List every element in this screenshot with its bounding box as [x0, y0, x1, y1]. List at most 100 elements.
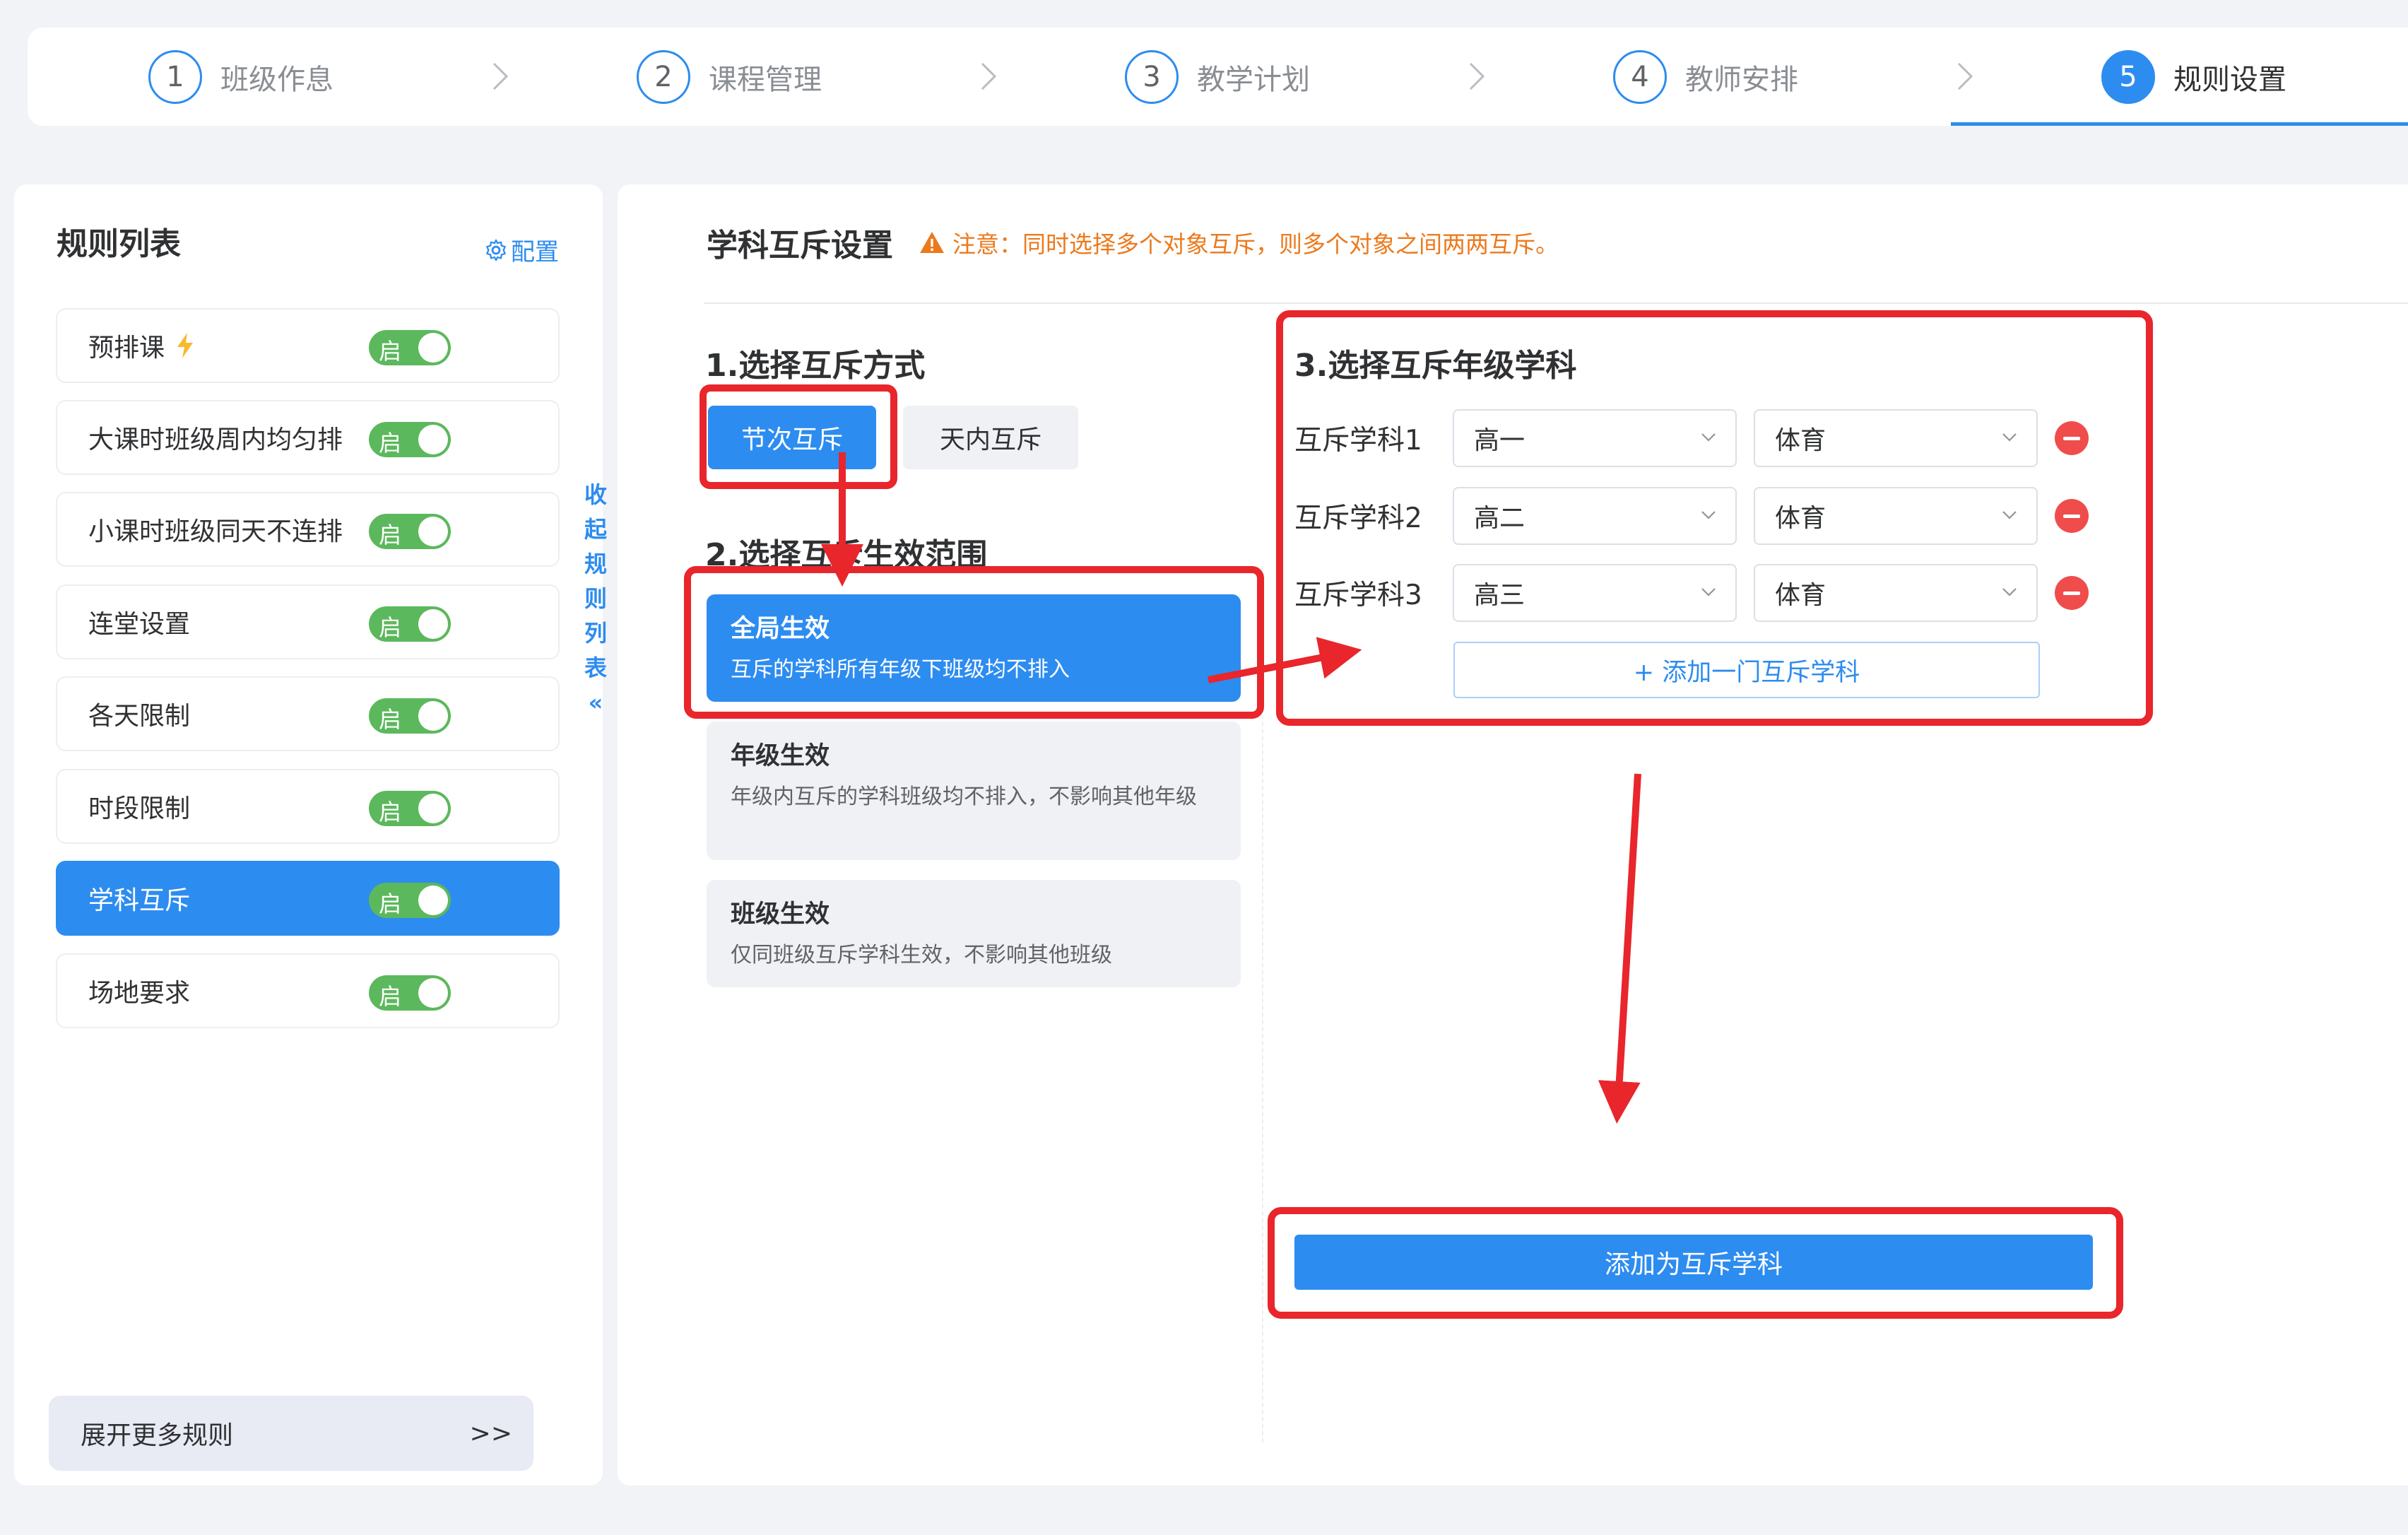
toggle-knob: [418, 978, 448, 1008]
config-link[interactable]: 配置: [484, 233, 559, 267]
warning-icon: [920, 232, 944, 253]
scope-desc: 年级内互斥的学科班级均不排入，不影响其他年级: [731, 784, 1197, 809]
step-label: 课程管理: [709, 64, 822, 96]
toggle-knob: [418, 794, 448, 823]
collapse-char: 则: [584, 585, 607, 612]
add-as-mutex-subject-button[interactable]: 添加为互斥学科: [1294, 1235, 2093, 1290]
mode-day-mutex-button[interactable]: 天内互斥: [903, 406, 1078, 469]
rule-item[interactable]: 场地要求 启: [56, 953, 560, 1028]
rule-settings-panel: 学科互斥设置 注意：同时选择多个对象互斥，则多个对象之间两两互斥。 1.选择互斥…: [618, 184, 2408, 1486]
rule-item[interactable]: 时段限制 启: [56, 769, 560, 844]
scope-title: 年级生效: [731, 742, 830, 770]
mutex-subject-label: 互斥学科1: [1294, 425, 1422, 457]
step-number: 4: [1613, 50, 1667, 104]
toggle-text: 启: [379, 706, 402, 733]
grade-select[interactable]: 高一: [1453, 409, 1737, 467]
mutex-subject-row: 互斥学科2 高二 体育: [1294, 487, 2089, 545]
rule-toggle[interactable]: 启: [369, 330, 451, 365]
rule-item[interactable]: 大课时班级周内均匀排 启: [56, 400, 560, 475]
step-2[interactable]: 2 课程管理: [637, 47, 822, 107]
step-4[interactable]: 4 教师安排: [1613, 47, 1798, 107]
step-label: 教师安排: [1685, 64, 1798, 96]
step-label: 教学计划: [1197, 64, 1310, 96]
grade-select[interactable]: 高二: [1453, 487, 1737, 545]
rule-list-panel: 规则列表 配置 预排课 启 大课时班级周内均匀排 启 小课时班级同天不连排 启 …: [14, 184, 607, 1486]
rule-label: 大课时班级周内均匀排: [88, 425, 343, 454]
rule-item[interactable]: 各天限制 启: [56, 676, 560, 751]
subject-value: 体育: [1775, 504, 1826, 533]
step-3[interactable]: 3 教学计划: [1125, 47, 1310, 107]
notice-text: 注意：同时选择多个对象互斥，则多个对象之间两两互斥。: [919, 225, 1559, 259]
rule-item[interactable]: 小课时班级同天不连排 启: [56, 492, 560, 567]
rule-label: 预排课: [88, 334, 165, 363]
grade-value: 高三: [1474, 581, 1525, 610]
grade-select[interactable]: 高三: [1453, 564, 1737, 622]
rule-label: 连堂设置: [88, 610, 191, 639]
scope-option-class[interactable]: 班级生效 仅同班级互斥学科生效，不影响其他班级: [707, 880, 1241, 987]
rule-toggle[interactable]: 启: [369, 975, 451, 1011]
double-chevron-left-icon: «: [588, 689, 603, 716]
scope-title: 班级生效: [731, 900, 830, 929]
scope-option-grade[interactable]: 年级生效 年级内互斥的学科班级均不排入，不影响其他年级: [707, 722, 1241, 860]
lightning-icon: [177, 333, 194, 358]
step-number: 5: [2101, 50, 2155, 104]
steps-bar: 1 班级作息 2 课程管理 3 教学计划 4 教师安排 5 规则设置: [28, 28, 2408, 126]
expand-arrow-icon: >>: [469, 1418, 512, 1448]
toggle-text: 启: [379, 430, 402, 457]
chevron-down-icon: [1701, 588, 1716, 596]
notice-message: 注意：同时选择多个对象互斥，则多个对象之间两两互斥。: [952, 230, 1559, 258]
mode-period-mutex-button[interactable]: 节次互斥: [708, 406, 876, 469]
collapse-char: 列: [584, 620, 607, 647]
rule-label: 时段限制: [88, 794, 191, 823]
rule-label: 小课时班级同天不连排: [88, 517, 343, 546]
rule-toggle[interactable]: 启: [369, 883, 451, 918]
toggle-knob: [418, 425, 448, 454]
scope-option-global[interactable]: 全局生效 互斥的学科所有年级下班级均不排入: [707, 594, 1241, 702]
remove-row-icon[interactable]: [2055, 421, 2089, 455]
chevron-right-icon: [981, 62, 997, 90]
divider: [704, 302, 2408, 304]
toggle-knob: [418, 701, 448, 731]
toggle-knob: [418, 517, 448, 546]
step-number: 1: [148, 50, 202, 104]
scope-desc: 互斥的学科所有年级下班级均不排入: [731, 657, 1070, 682]
scope-title: 全局生效: [731, 615, 830, 643]
chevron-down-icon: [1701, 511, 1716, 519]
collapse-char: 收: [584, 481, 607, 508]
step-label: 规则设置: [2173, 64, 2286, 96]
chevron-right-icon: [1957, 62, 1973, 90]
rule-item[interactable]: 预排课 启: [56, 308, 560, 383]
collapse-char: 规: [584, 551, 607, 577]
subject-select[interactable]: 体育: [1754, 564, 2038, 622]
toggle-text: 启: [379, 799, 402, 825]
remove-row-icon[interactable]: [2055, 576, 2089, 610]
rule-toggle[interactable]: 启: [369, 514, 451, 549]
chevron-down-icon: [2002, 433, 2017, 442]
rule-toggle[interactable]: 启: [369, 422, 451, 457]
rule-item-selected[interactable]: 学科互斥 启: [56, 861, 560, 936]
gear-icon: [486, 239, 506, 261]
subject-select[interactable]: 体育: [1754, 409, 2038, 467]
rule-toggle[interactable]: 启: [369, 791, 451, 826]
toggle-knob: [418, 609, 448, 639]
subject-value: 体育: [1775, 581, 1826, 610]
expand-more-rules-button[interactable]: 展开更多规则 >>: [49, 1396, 533, 1471]
collapse-char: 表: [584, 654, 607, 681]
subject-select[interactable]: 体育: [1754, 487, 2038, 545]
step-1[interactable]: 1 班级作息: [148, 47, 334, 107]
section-title-mode: 1.选择互斥方式: [705, 348, 926, 384]
section-title-subjects: 3.选择互斥年级学科: [1294, 348, 1577, 384]
rule-item[interactable]: 连堂设置 启: [56, 584, 560, 659]
rule-toggle[interactable]: 启: [369, 698, 451, 734]
chevron-right-icon: [492, 62, 509, 90]
toggle-text: 启: [379, 890, 402, 917]
chevron-down-icon: [2002, 588, 2017, 596]
collapse-rule-list-button[interactable]: 收 起 规 则 列 表 «: [579, 478, 612, 720]
rule-toggle[interactable]: 启: [369, 606, 451, 642]
add-mutex-subject-button[interactable]: + 添加一门互斥学科: [1453, 642, 2040, 698]
chevron-down-icon: [1701, 433, 1716, 442]
section-title-scope: 2.选择互斥生效范围: [705, 537, 988, 573]
scope-desc: 仅同班级互斥学科生效，不影响其他班级: [731, 943, 1112, 968]
step-5[interactable]: 5 规则设置: [2101, 47, 2286, 107]
remove-row-icon[interactable]: [2055, 499, 2089, 533]
